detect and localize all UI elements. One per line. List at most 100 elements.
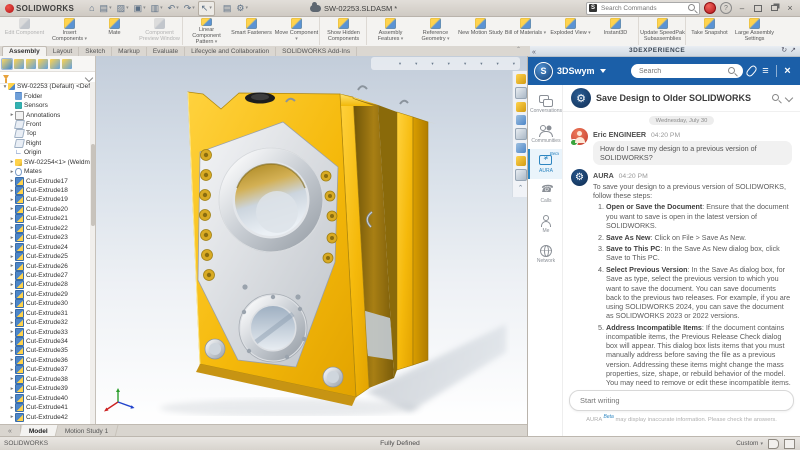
3dswym-logo-icon[interactable]: S bbox=[534, 62, 553, 81]
panel-expand-icon[interactable] bbox=[790, 46, 796, 54]
ribbon-button[interactable]: Bill of Materials bbox=[503, 17, 548, 45]
configuration-tab-icon[interactable] bbox=[26, 59, 36, 69]
tree-scrollbar-thumb[interactable] bbox=[91, 144, 95, 226]
ribbon-button[interactable]: Linear Component Pattern bbox=[184, 17, 229, 45]
ribbon-button[interactable]: Edit Component bbox=[2, 17, 47, 45]
chat-search-icon[interactable] bbox=[772, 94, 781, 103]
ribbon-button[interactable]: Show Hidden Components bbox=[321, 17, 367, 45]
scene-icon[interactable] bbox=[486, 59, 498, 68]
ribbon-button[interactable]: Instant3D bbox=[593, 17, 639, 45]
section-view-icon[interactable] bbox=[405, 59, 417, 68]
tag-icon[interactable] bbox=[768, 439, 779, 449]
ribbon-button[interactable]: New Motion Study bbox=[458, 17, 503, 45]
panel-refresh-icon[interactable] bbox=[781, 46, 787, 54]
tree-item[interactable]: Cut-Extrude18 bbox=[0, 186, 90, 195]
file-properties-icon[interactable]: ▤ bbox=[221, 2, 234, 15]
ribbon-button[interactable]: Large Assembly Settings bbox=[732, 17, 777, 45]
user-avatar[interactable] bbox=[704, 2, 716, 14]
panel-appearance-icon[interactable] bbox=[516, 143, 526, 153]
ribbon-button[interactable]: Assembly Features bbox=[368, 17, 413, 45]
command-tab[interactable]: SOLIDWORKS Add-Ins bbox=[276, 47, 357, 56]
panel-bookmark-icon[interactable] bbox=[515, 87, 527, 99]
overflow-tab-icon[interactable] bbox=[62, 59, 72, 69]
tree-item[interactable]: Cut-Extrude37 bbox=[0, 365, 90, 374]
ribbon-button[interactable]: Component Preview Window bbox=[137, 17, 183, 45]
displaymanager-tab-icon[interactable] bbox=[50, 59, 60, 69]
attachment-icon[interactable] bbox=[747, 65, 755, 77]
command-search-input[interactable] bbox=[599, 4, 686, 13]
panel-close-icon[interactable] bbox=[781, 64, 794, 78]
tree-item[interactable]: Right bbox=[0, 139, 90, 148]
chat-input[interactable] bbox=[569, 390, 794, 411]
tree-item[interactable]: Cut-Extrude26 bbox=[0, 261, 90, 270]
help-icon[interactable] bbox=[720, 2, 732, 14]
panel-measure-icon[interactable] bbox=[516, 156, 526, 166]
chat-input-field[interactable] bbox=[578, 395, 785, 406]
command-tab[interactable]: Assembly bbox=[2, 46, 47, 56]
command-search[interactable]: S bbox=[586, 2, 700, 15]
tree-item[interactable]: Cut-Extrude39 bbox=[0, 384, 90, 393]
home-icon[interactable]: ⌂ bbox=[87, 2, 96, 15]
tree-item[interactable]: Sensors bbox=[0, 101, 90, 110]
undo-icon[interactable]: ↶ bbox=[166, 2, 181, 15]
swym-search-input[interactable] bbox=[637, 67, 725, 76]
tree-item[interactable]: Cut-Extrude41 bbox=[0, 403, 90, 412]
tree-item[interactable]: Cut-Extrude34 bbox=[0, 337, 90, 346]
3dswym-app-name[interactable]: 3DSwym bbox=[557, 66, 595, 76]
tree-item[interactable]: Cut-Extrude22 bbox=[0, 224, 90, 233]
rebuild-icon[interactable] bbox=[216, 2, 220, 15]
tree-item[interactable]: Top bbox=[0, 129, 90, 138]
zoom-fit-icon[interactable] bbox=[376, 59, 385, 68]
rail-item[interactable]: Beta AURA bbox=[528, 149, 562, 179]
options-gear-icon[interactable]: ⚙ bbox=[234, 2, 250, 15]
new-window-button[interactable] bbox=[768, 3, 780, 14]
swym-search[interactable] bbox=[631, 64, 743, 78]
zoom-area-icon[interactable] bbox=[389, 59, 401, 68]
command-tab[interactable]: Evaluate bbox=[147, 47, 185, 56]
restore-button[interactable] bbox=[752, 3, 764, 14]
custom-dropdown[interactable]: Custom bbox=[736, 440, 763, 447]
panel-document-icon[interactable] bbox=[516, 102, 526, 112]
command-tab[interactable]: Markup bbox=[112, 47, 147, 56]
tree-item[interactable]: Cut-Extrude32 bbox=[0, 318, 90, 327]
ribbon-button[interactable]: Mate bbox=[92, 17, 137, 45]
select-icon[interactable]: ↖ bbox=[198, 1, 215, 16]
tree-item[interactable]: Folder bbox=[0, 91, 90, 100]
appearance-icon[interactable] bbox=[470, 59, 482, 68]
rail-item[interactable]: Communities bbox=[528, 119, 562, 149]
tree-item[interactable]: Cut-Extrude40 bbox=[0, 393, 90, 402]
graphics-viewport[interactable] bbox=[96, 56, 528, 425]
ribbon-button[interactable]: Insert Components bbox=[47, 17, 92, 45]
panel-eye-icon[interactable] bbox=[515, 128, 527, 140]
tree-item[interactable]: Cut-Extrude21 bbox=[0, 214, 90, 223]
minimize-button[interactable] bbox=[736, 3, 748, 14]
tree-item[interactable]: Cut-Extrude20 bbox=[0, 205, 90, 214]
tree-item[interactable]: Cut-Extrude33 bbox=[0, 327, 90, 336]
filter-icon[interactable] bbox=[3, 75, 9, 80]
tree-item[interactable]: Cut-Extrude31 bbox=[0, 309, 90, 318]
open-file-icon[interactable]: ▨ bbox=[115, 2, 131, 15]
tree-item[interactable]: Cut-Extrude29 bbox=[0, 290, 90, 299]
rail-item[interactable]: Calls bbox=[528, 179, 562, 209]
tree-item[interactable]: Cut-Extrude28 bbox=[0, 280, 90, 289]
featuremanager-tab-icon[interactable] bbox=[2, 59, 12, 69]
rail-item[interactable]: Me bbox=[528, 209, 562, 239]
tree-item[interactable]: Cut-Extrude35 bbox=[0, 346, 90, 355]
panel-lifecycle-icon[interactable] bbox=[516, 74, 526, 84]
tree-item[interactable]: Cut-Extrude38 bbox=[0, 375, 90, 384]
ribbon-button[interactable]: Take Snapshot bbox=[687, 17, 732, 45]
tree-item[interactable]: Front bbox=[0, 120, 90, 129]
chat-messages[interactable]: Wednesday, July 30 Eric ENGINEER 04:20 P… bbox=[563, 112, 800, 389]
command-tab[interactable]: Lifecycle and Collaboration bbox=[185, 47, 276, 56]
command-tab[interactable]: Sketch bbox=[79, 47, 112, 56]
display-style-icon[interactable] bbox=[438, 59, 450, 68]
panel-props-icon[interactable] bbox=[515, 169, 527, 181]
tree-item[interactable]: Cut-Extrude17 bbox=[0, 176, 90, 185]
search-icon[interactable] bbox=[728, 67, 737, 76]
3d-model[interactable] bbox=[110, 60, 510, 416]
tree-item[interactable]: Cut-Extrude27 bbox=[0, 271, 90, 280]
tree-item[interactable]: Cut-Extrude19 bbox=[0, 195, 90, 204]
ribbon-button[interactable]: Reference Geometry bbox=[413, 17, 458, 45]
ribbon-button[interactable]: Smart Fasteners bbox=[229, 17, 274, 45]
search-icon[interactable] bbox=[688, 4, 697, 13]
